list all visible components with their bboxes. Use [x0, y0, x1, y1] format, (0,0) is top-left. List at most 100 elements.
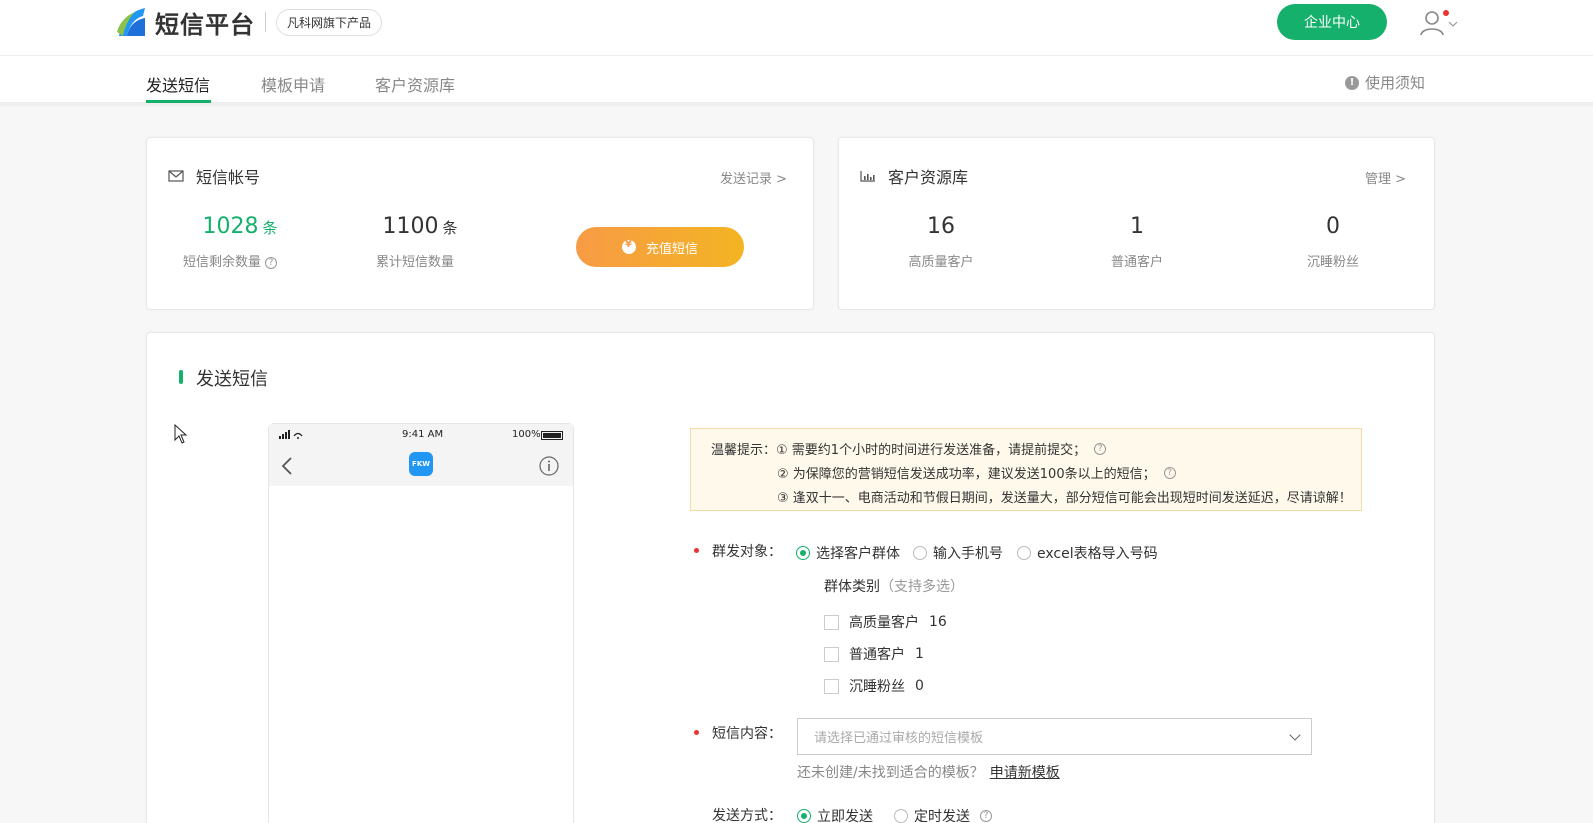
manage-link[interactable]: 管理 >	[1365, 168, 1406, 187]
product-tag: 凡科网旗下产品	[276, 8, 383, 36]
recharge-sms-label: 充值短信	[645, 241, 698, 257]
tab-template-apply[interactable]: 模板申请	[261, 72, 325, 96]
help-icon[interactable]: ?	[1163, 466, 1176, 479]
radio-icon	[913, 546, 927, 560]
checkbox-normal[interactable]: 普通客户 1	[824, 644, 924, 664]
phone-preview: 9:41 AM 100% FKW	[268, 423, 574, 823]
total-unit: 条	[442, 219, 458, 237]
customer-stat-high-quality: 16 高质量客户	[891, 214, 991, 270]
radio-icon	[1017, 546, 1031, 560]
checkbox-icon	[824, 678, 839, 694]
tab-send-sms[interactable]: 发送短信	[146, 72, 210, 96]
total-label: 累计短信数量	[375, 255, 454, 270]
content-label: 短信内容：	[712, 726, 782, 742]
template-select[interactable]: 请选择已通过审核的短信模板	[797, 718, 1312, 755]
nav-bar: 发送短信 模板申请 客户资源库 ! 使用须知	[0, 56, 1593, 106]
mouse-cursor-icon	[174, 424, 188, 444]
send-sms-title: 发送短信	[196, 369, 268, 390]
radio-selected-icon	[797, 809, 811, 823]
checkbox-count: 1	[915, 646, 924, 662]
back-arrow-icon	[281, 457, 292, 475]
remaining-unit: 条	[262, 219, 278, 237]
checkbox-label: 高质量客户	[849, 615, 919, 631]
help-icon[interactable]: ?	[1094, 442, 1107, 455]
radio-scheduled[interactable]: 定时发送 ?	[894, 806, 992, 823]
info-icon	[539, 456, 559, 476]
radio-label: 立即发送	[817, 809, 873, 823]
tips-prefix: 温馨提示：	[711, 443, 777, 458]
top-bar: 短信平台 凡科网旗下产品 企业中心	[0, 0, 1593, 56]
tab-customer-library[interactable]: 客户资源库	[375, 72, 455, 96]
tip-line: ① 需要约1个小时的时间进行发送准备，请提前提交；	[776, 443, 1087, 458]
phone-status-bar: 9:41 AM 100%	[269, 424, 573, 446]
customer-library-title: 客户资源库	[860, 164, 968, 188]
sms-account-title: 短信帐号	[168, 164, 260, 188]
radio-excel-import[interactable]: excel表格导入号码	[1017, 543, 1158, 563]
battery-icon	[541, 431, 563, 440]
signal-icon	[279, 430, 303, 439]
total-value: 1100	[382, 214, 439, 239]
customer-stat-label: 沉睡粉丝	[1306, 255, 1359, 270]
radio-icon	[894, 809, 908, 823]
sms-account-title-text: 短信帐号	[196, 168, 261, 187]
logo[interactable]: 短信平台 凡科网旗下产品	[115, 4, 383, 40]
required-indicator	[694, 548, 699, 553]
method-label: 发送方式：	[712, 808, 782, 823]
customer-library-title-text: 客户资源库	[888, 168, 969, 187]
customer-stat-value: 16	[927, 214, 955, 239]
help-icon[interactable]: ?	[980, 810, 992, 822]
help-icon[interactable]: ?	[265, 256, 277, 269]
radio-label: excel表格导入号码	[1037, 546, 1158, 562]
chevron-down-icon	[1289, 729, 1301, 741]
radio-select-group[interactable]: 选择客户群体	[796, 543, 900, 563]
envelope-icon	[168, 170, 184, 182]
money-bag-icon	[621, 239, 636, 254]
chevron-down-icon	[1448, 21, 1458, 27]
checkbox-high-quality[interactable]: 高质量客户 16	[824, 612, 947, 632]
customer-stat-label: 高质量客户	[908, 255, 974, 270]
group-category-label: 群体类别	[824, 579, 880, 595]
user-menu[interactable]	[1420, 8, 1462, 38]
logo-text: 短信平台	[155, 10, 255, 39]
usage-notice-link[interactable]: ! 使用须知	[1345, 72, 1425, 93]
checkbox-count: 16	[929, 614, 947, 630]
remaining-sms-stat: 1028 条 短信剩余数量?	[183, 214, 290, 270]
customer-stat-dormant: 0 沉睡粉丝	[1283, 214, 1383, 270]
info-icon: !	[1345, 75, 1359, 90]
section-accent-bar	[179, 370, 183, 384]
phone-time: 9:41 AM	[402, 429, 444, 440]
group-category-heading: 群体类别（支持多选）	[824, 576, 964, 596]
logo-divider	[265, 12, 266, 32]
customer-stat-normal: 1 普通客户	[1087, 214, 1187, 270]
active-tab-indicator	[146, 100, 211, 103]
phone-battery-text: 100%	[512, 429, 541, 440]
apply-template-link[interactable]: 申请新模板	[990, 765, 1060, 781]
target-label: 群发对象：	[712, 544, 782, 560]
fkw-logo: FKW	[409, 452, 433, 476]
group-category-note: （支持多选）	[880, 579, 964, 595]
radio-send-now[interactable]: 立即发送	[797, 806, 873, 823]
recharge-sms-button[interactable]: 充值短信	[576, 227, 744, 267]
radio-label: 选择客户群体	[816, 546, 900, 562]
checkbox-label: 沉睡粉丝	[849, 679, 905, 695]
send-record-link[interactable]: 发送记录 >	[720, 168, 787, 187]
remaining-value: 1028	[202, 214, 259, 239]
customer-stat-value: 1	[1130, 214, 1144, 239]
checkbox-icon	[824, 614, 839, 630]
checkbox-dormant[interactable]: 沉睡粉丝 0	[824, 676, 924, 696]
template-hint: 还未创建/未找到适合的模板？ 申请新模板	[797, 762, 1060, 782]
user-icon	[1420, 11, 1444, 36]
enterprise-center-button[interactable]: 企业中心	[1277, 4, 1387, 40]
required-indicator	[694, 730, 699, 735]
template-hint-text: 还未创建/未找到适合的模板？	[797, 765, 984, 781]
customer-stat-value: 0	[1326, 214, 1340, 239]
radio-label: 输入手机号	[933, 546, 1003, 562]
phone-header: FKW	[269, 446, 573, 486]
checkbox-count: 0	[915, 678, 924, 694]
logo-icon	[115, 4, 151, 40]
notification-dot	[1443, 10, 1449, 16]
tip-line: ③ 逢双十一、电商活动和节假日期间，发送量大，部分短信可能会出现短时间发送延迟，…	[777, 491, 1352, 506]
radio-input-phone[interactable]: 输入手机号	[913, 543, 1003, 563]
customer-stat-label: 普通客户	[1110, 255, 1163, 270]
usage-notice-label: 使用须知	[1365, 74, 1426, 92]
